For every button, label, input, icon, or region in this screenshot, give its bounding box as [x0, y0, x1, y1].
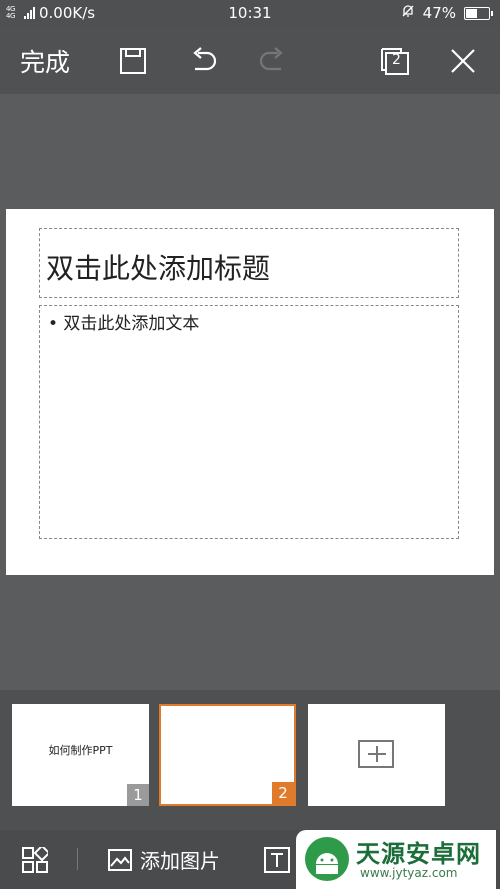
mute-bell-icon — [401, 4, 415, 22]
status-right: 47% — [401, 4, 493, 22]
image-icon — [108, 848, 132, 871]
plus-icon — [358, 740, 394, 768]
slide-count: 2 — [392, 52, 401, 68]
add-slide-button[interactable] — [308, 704, 445, 806]
slide-thumbnail-1[interactable]: 如何制作PPT 1 — [12, 704, 149, 806]
slide-canvas: 双击此处添加标题 • 双击此处添加文本 — [0, 94, 500, 690]
body-placeholder[interactable]: • 双击此处添加文本 — [39, 305, 459, 539]
undo-icon[interactable] — [188, 28, 220, 94]
slide-number: 1 — [127, 784, 149, 806]
status-bar: 4G 4G 0.00K/s 10:31 47% — [0, 0, 500, 28]
title-placeholder[interactable]: 双击此处添加标题 — [39, 228, 459, 298]
add-image-button[interactable]: 添加图片 — [108, 830, 220, 889]
add-image-label: 添加图片 — [140, 849, 220, 873]
editor-toolbar: 完成 2 — [0, 28, 500, 94]
divider — [77, 848, 78, 870]
thumbnail-text: 如何制作PPT — [48, 744, 113, 757]
slide-thumbnails: 如何制作PPT 1 2 — [0, 690, 500, 830]
layout-grid-icon[interactable] — [22, 830, 48, 889]
battery-percent: 47% — [422, 4, 456, 22]
done-button[interactable]: 完成 — [20, 28, 70, 94]
watermark-url: www.jytyaz.com — [360, 866, 458, 880]
slide[interactable]: 双击此处添加标题 • 双击此处添加文本 — [6, 209, 494, 575]
battery-icon — [464, 6, 493, 20]
slide-thumbnail-2[interactable]: 2 — [159, 704, 296, 806]
save-icon[interactable] — [118, 28, 148, 94]
watermark: 天源安卓网 www.jytyaz.com — [296, 830, 496, 889]
textbox-icon[interactable] — [264, 830, 290, 889]
redo-icon[interactable] — [256, 28, 288, 94]
slide-number: 2 — [272, 782, 294, 804]
watermark-title: 天源安卓网 — [356, 840, 481, 868]
android-logo-icon — [305, 837, 349, 881]
slides-count-icon[interactable]: 2 — [378, 28, 412, 94]
close-icon[interactable] — [448, 28, 478, 94]
